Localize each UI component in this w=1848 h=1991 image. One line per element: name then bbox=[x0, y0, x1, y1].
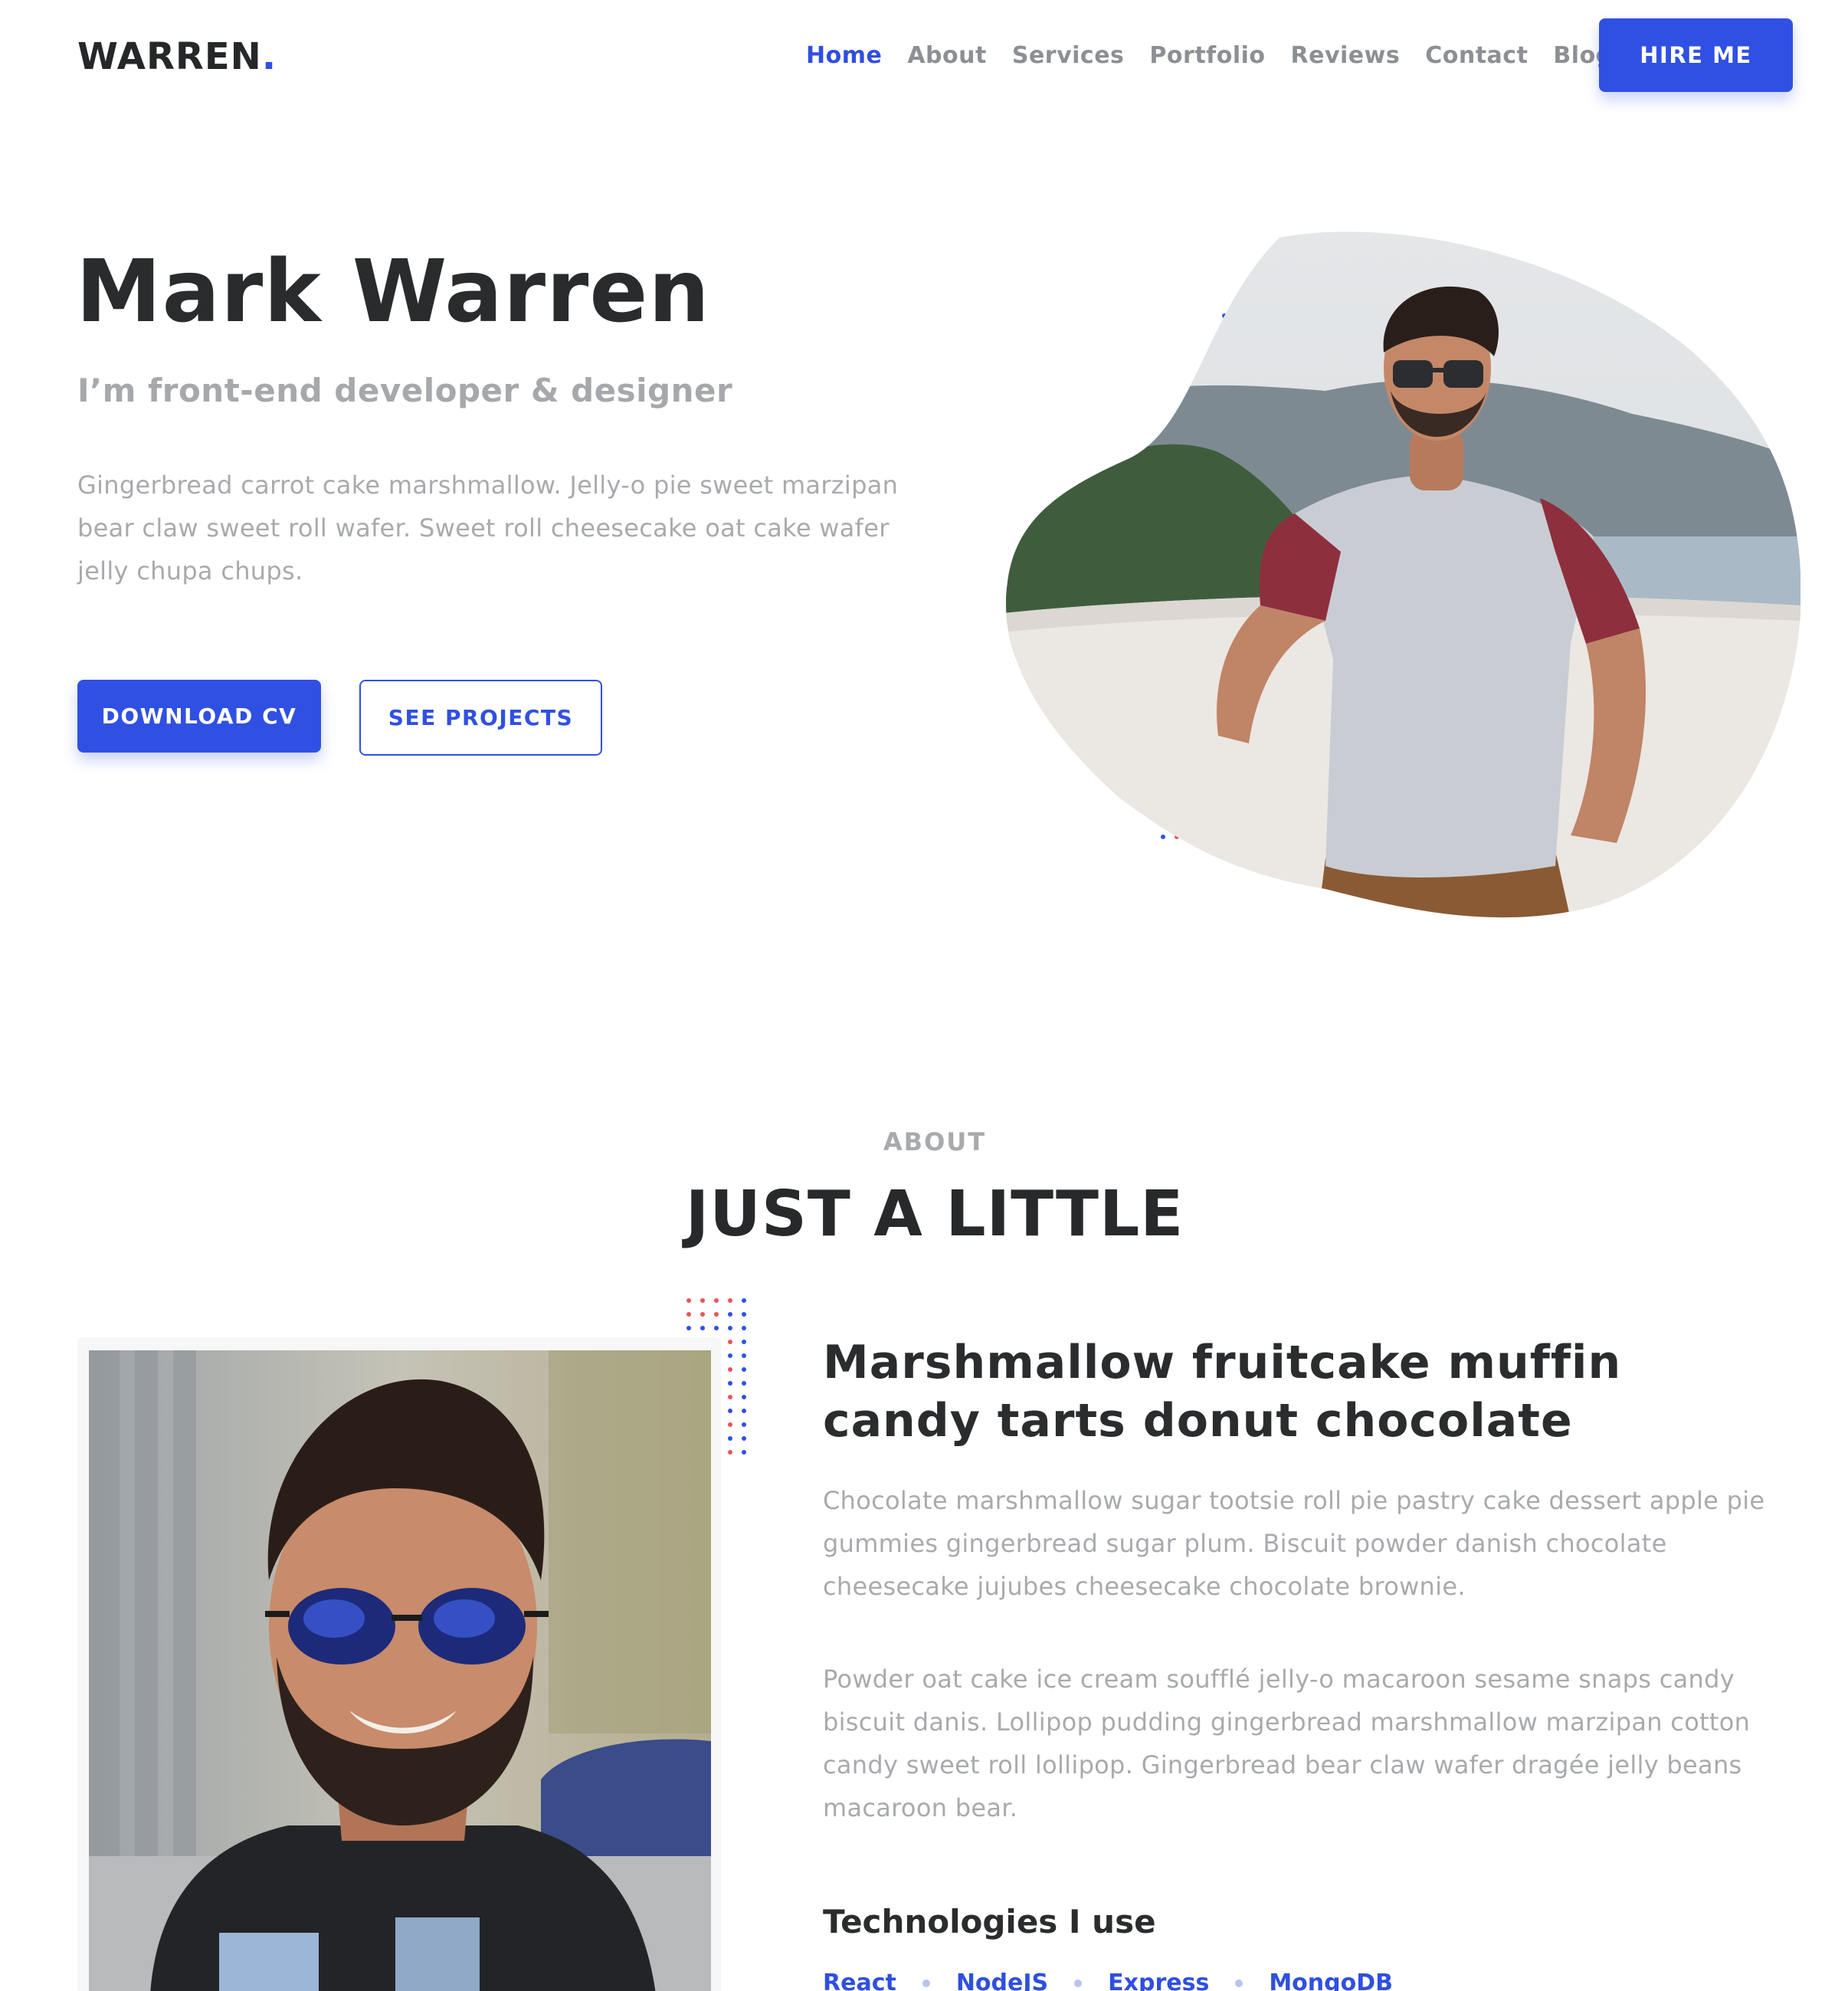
separator-dot-icon bbox=[1074, 1980, 1083, 1987]
main-nav: Home About Services Portfolio Reviews Co… bbox=[806, 40, 1638, 72]
about-title: JUST A LITTLE bbox=[685, 1178, 1184, 1251]
nav-services[interactable]: Services bbox=[1012, 40, 1125, 72]
logo[interactable]: WARREN. bbox=[77, 34, 277, 80]
see-projects-button[interactable]: SEE PROJECTS bbox=[359, 680, 602, 756]
tech-mongodb: MongoDB bbox=[1269, 1970, 1394, 1991]
download-cv-button[interactable]: DOWNLOAD CV bbox=[77, 680, 321, 753]
hero-portrait-image bbox=[1005, 231, 1800, 918]
nav-reviews[interactable]: Reviews bbox=[1291, 40, 1401, 72]
separator-dot-icon bbox=[1235, 1980, 1243, 1987]
tech-react: React bbox=[823, 1970, 896, 1991]
tech-express: Express bbox=[1108, 1970, 1210, 1991]
about-paragraph-2: Powder oat cake ice cream soufflé jelly-… bbox=[823, 1665, 1751, 1822]
about-eyebrow: ABOUT bbox=[883, 1127, 987, 1156]
nav-about[interactable]: About bbox=[907, 40, 987, 72]
logo-text: WARREN bbox=[77, 35, 262, 78]
about-heading: Marshmallow fruitcake muffin candy tarts… bbox=[823, 1336, 1622, 1448]
nav-portfolio[interactable]: Portfolio bbox=[1149, 40, 1265, 72]
nav-home[interactable]: Home bbox=[806, 40, 882, 72]
about-paragraph-1: Chocolate marshmallow sugar tootsie roll… bbox=[823, 1486, 1765, 1601]
logo-dot: . bbox=[261, 35, 277, 78]
about-portrait-image bbox=[89, 1350, 711, 1991]
technologies-heading: Technologies I use bbox=[823, 1903, 1156, 1940]
separator-dot-icon bbox=[922, 1980, 930, 1987]
hero-name: Mark Warren bbox=[76, 242, 711, 342]
hero-description: Gingerbread carrot cake marshmallow. Jel… bbox=[77, 471, 899, 585]
nav-contact[interactable]: Contact bbox=[1425, 40, 1528, 72]
technologies-list: React NodeJS Express MongoDB bbox=[823, 1968, 1393, 1991]
tech-nodejs: NodeJS bbox=[955, 1970, 1049, 1991]
hero-subtitle: I’m front-end developer & designer bbox=[77, 372, 733, 409]
hire-me-button[interactable]: HIRE ME bbox=[1599, 18, 1793, 92]
